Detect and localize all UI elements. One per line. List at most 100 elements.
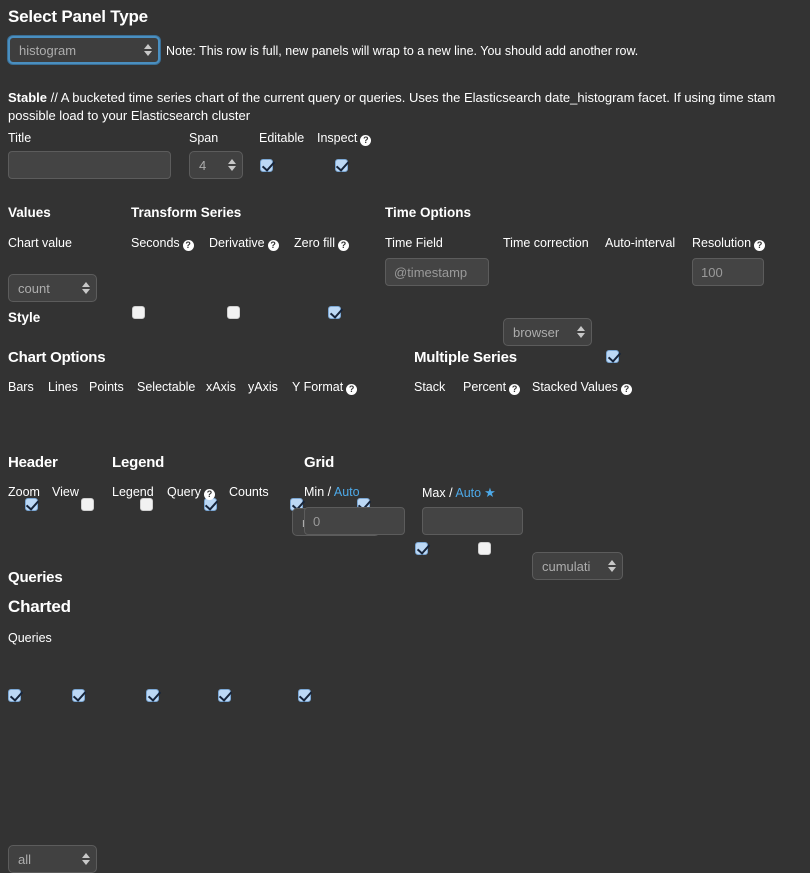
legend-label: Legend — [112, 485, 154, 499]
counts-checkbox[interactable] — [298, 689, 311, 702]
help-icon[interactable]: ? — [509, 384, 520, 395]
grid-max-label: Max / — [422, 486, 453, 500]
zero-fill-label-wrap: Zero fill? — [294, 236, 349, 251]
grid-min-label: Min / — [304, 485, 331, 499]
view-label: View — [52, 485, 79, 499]
time-correction-select[interactable]: browser — [503, 318, 592, 346]
panel-description-line2: possible load to your Elasticsearch clus… — [8, 107, 250, 125]
zero-fill-label: Zero fill — [294, 236, 335, 250]
selectable-label: Selectable — [137, 380, 195, 394]
grid-max-input[interactable] — [422, 507, 523, 535]
chevron-updown-icon — [81, 280, 90, 296]
zero-fill-checkbox[interactable] — [328, 306, 341, 319]
resolution-input[interactable] — [692, 258, 764, 286]
chevron-updown-icon — [576, 324, 585, 340]
percent-checkbox[interactable] — [478, 542, 491, 555]
view-checkbox[interactable] — [72, 689, 85, 702]
grid-heading: Grid — [304, 454, 334, 471]
seconds-label-wrap: Seconds? — [131, 236, 194, 251]
grid-max-label-wrap: Max / Auto★ — [422, 485, 496, 501]
chevron-updown-icon[interactable] — [227, 157, 236, 173]
row-full-note: Note: This row is full, new panels will … — [166, 44, 638, 58]
stacked-values-label-wrap: Stacked Values? — [532, 380, 632, 395]
time-options-heading: Time Options — [385, 205, 471, 220]
zoom-label: Zoom — [8, 485, 40, 499]
yaxis-label: yAxis — [248, 380, 278, 394]
grid-min-label-wrap: Min / Auto — [304, 485, 360, 499]
query-checkbox[interactable] — [218, 689, 231, 702]
zoom-checkbox[interactable] — [8, 689, 21, 702]
panel-description: Stable // A bucketed time series chart o… — [8, 89, 775, 107]
title-label: Title — [8, 131, 31, 145]
y-format-label: Y Format — [292, 380, 343, 394]
query-label: Query — [167, 485, 201, 499]
seconds-checkbox[interactable] — [132, 306, 145, 319]
auto-interval-checkbox[interactable] — [606, 350, 619, 363]
time-field-input[interactable] — [385, 258, 489, 286]
grid-min-auto-link[interactable]: Auto — [334, 485, 360, 499]
panel-description-text: // A bucketed time series chart of the c… — [47, 90, 775, 105]
chevron-updown-icon — [143, 42, 152, 58]
chart-value-label: Chart value — [8, 236, 72, 250]
stacked-values-value: cumulati — [542, 559, 603, 574]
points-label: Points — [89, 380, 124, 394]
chart-value-select[interactable]: count — [8, 274, 97, 302]
legend-heading: Legend — [112, 454, 164, 471]
editable-label: Editable — [259, 131, 304, 145]
panel-type-value: histogram — [19, 43, 139, 58]
points-checkbox[interactable] — [140, 498, 153, 511]
panel-type-select[interactable]: histogram — [8, 36, 160, 64]
help-icon[interactable]: ? — [360, 135, 371, 146]
grid-max-auto-link[interactable]: Auto — [455, 486, 481, 500]
help-icon[interactable]: ? — [338, 240, 349, 251]
panel-stability-badge: Stable — [8, 90, 47, 105]
help-icon[interactable]: ? — [183, 240, 194, 251]
help-icon[interactable]: ? — [754, 240, 765, 251]
stacked-values-label: Stacked Values — [532, 380, 618, 394]
grid-min-input[interactable] — [304, 507, 405, 535]
transform-series-heading: Transform Series — [131, 205, 241, 220]
panel-config-page: Select Panel Type histogram Note: This r… — [0, 0, 810, 687]
time-field-label: Time Field — [385, 236, 443, 250]
queries-heading: Queries — [8, 569, 62, 586]
queries-value: all — [18, 852, 77, 867]
help-icon[interactable]: ? — [204, 489, 215, 500]
bars-label: Bars — [8, 380, 34, 394]
header-heading: Header — [8, 454, 58, 471]
y-format-label-wrap: Y Format? — [292, 380, 357, 395]
charted-heading: Charted — [8, 597, 71, 617]
inspect-label: Inspect — [317, 131, 357, 145]
inspect-checkbox[interactable] — [335, 159, 348, 172]
auto-interval-label: Auto-interval — [605, 236, 675, 250]
editable-checkbox[interactable] — [260, 159, 273, 172]
xaxis-label: xAxis — [206, 380, 236, 394]
page-title: Select Panel Type — [8, 7, 148, 27]
style-heading: Style — [8, 310, 40, 325]
stack-label: Stack — [414, 380, 445, 394]
help-icon[interactable]: ? — [268, 240, 279, 251]
time-correction-label: Time correction — [503, 236, 589, 250]
chevron-updown-icon — [81, 851, 90, 867]
stack-checkbox[interactable] — [415, 542, 428, 555]
derivative-label: Derivative — [209, 236, 265, 250]
lines-checkbox[interactable] — [81, 498, 94, 511]
multiple-series-heading: Multiple Series — [414, 349, 517, 366]
values-heading: Values — [8, 205, 51, 220]
chart-value-value: count — [18, 281, 77, 296]
help-icon[interactable]: ? — [346, 384, 357, 395]
stacked-values-select[interactable]: cumulati — [532, 552, 623, 580]
percent-label: Percent — [463, 380, 506, 394]
chevron-updown-icon — [607, 558, 616, 574]
bars-checkbox[interactable] — [25, 498, 38, 511]
span-value: 4 — [199, 158, 223, 173]
queries-select[interactable]: all — [8, 845, 97, 873]
star-icon[interactable]: ★ — [484, 485, 496, 500]
legend-checkbox[interactable] — [146, 689, 159, 702]
counts-label: Counts — [229, 485, 269, 499]
help-icon[interactable]: ? — [621, 384, 632, 395]
derivative-checkbox[interactable] — [227, 306, 240, 319]
resolution-label: Resolution — [692, 236, 751, 250]
lines-label: Lines — [48, 380, 78, 394]
span-stepper[interactable]: 4 — [189, 151, 243, 179]
title-input[interactable] — [8, 151, 171, 179]
